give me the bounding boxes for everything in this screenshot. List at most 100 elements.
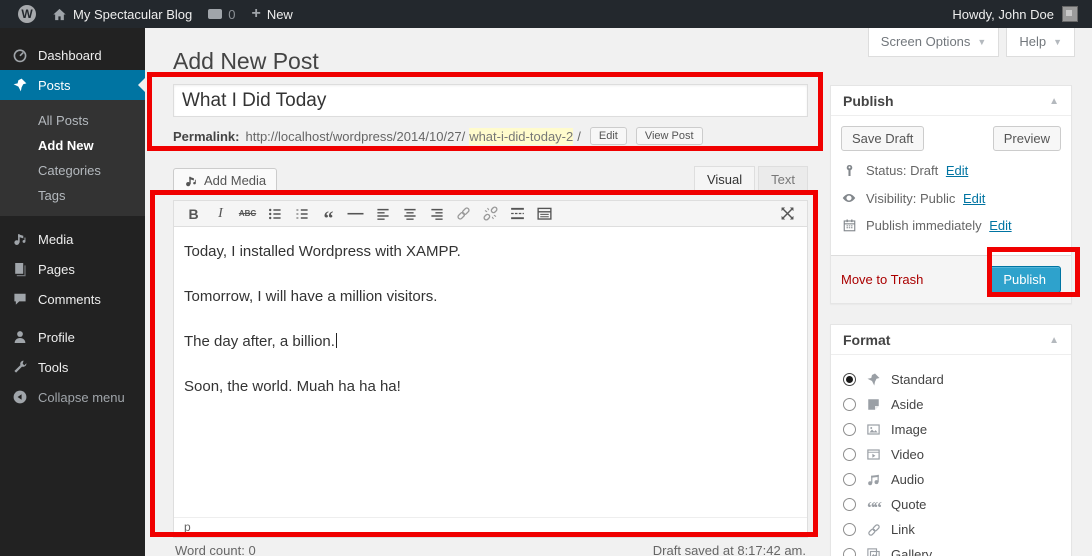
- word-count-label: Word count:: [175, 543, 245, 556]
- editor-content[interactable]: Today, I installed Wordpress with XAMPP.…: [174, 227, 807, 517]
- site-name-label: My Spectacular Blog: [73, 7, 192, 22]
- format-option-quote[interactable]: ““ Quote: [843, 492, 1059, 517]
- editor-paragraph: Today, I installed Wordpress with XAMPP.: [184, 243, 797, 260]
- sidebar-item-pages[interactable]: Pages: [0, 254, 145, 284]
- submenu-item-add-new[interactable]: Add New: [0, 133, 145, 158]
- wordpress-logo-menu[interactable]: W: [10, 0, 44, 28]
- editor-mode-tabs: Visual Text: [694, 166, 808, 193]
- horizontal-rule-icon[interactable]: —: [342, 203, 369, 225]
- blockquote-icon[interactable]: “: [315, 203, 342, 225]
- toggle-up-icon[interactable]: ▲: [1049, 96, 1059, 107]
- permalink-trailing-slash: /: [577, 129, 581, 144]
- radio-image[interactable]: [843, 423, 856, 436]
- calendar-icon: [841, 218, 857, 233]
- italic-icon[interactable]: I: [207, 203, 234, 225]
- radio-aside[interactable]: [843, 398, 856, 411]
- permalink-base: http://localhost/wordpress/2014/10/27/: [245, 129, 465, 144]
- page-title: Add New Post: [173, 48, 319, 75]
- screen-options-label: Screen Options: [881, 34, 971, 49]
- strikethrough-icon[interactable]: ABC: [234, 203, 261, 225]
- sidebar-item-dashboard[interactable]: Dashboard: [0, 40, 145, 70]
- new-label: New: [267, 7, 293, 22]
- format-option-audio[interactable]: Audio: [843, 467, 1059, 492]
- format-option-video[interactable]: Video: [843, 442, 1059, 467]
- sidebar-item-media[interactable]: Media: [0, 224, 145, 254]
- view-post-button[interactable]: View Post: [636, 127, 703, 145]
- radio-standard[interactable]: [843, 373, 856, 386]
- edit-schedule-link[interactable]: Edit: [989, 218, 1011, 233]
- sidebar-item-comments[interactable]: Comments: [0, 284, 145, 314]
- toggle-up-icon[interactable]: ▲: [1049, 335, 1059, 346]
- editor-header-row: Add Media Visual Text: [173, 166, 808, 193]
- sidebar-label: Collapse menu: [38, 390, 125, 405]
- link-icon[interactable]: [450, 203, 477, 225]
- format-option-standard[interactable]: Standard: [843, 367, 1059, 392]
- comment-count: 0: [228, 7, 235, 22]
- edit-status-link[interactable]: Edit: [946, 163, 968, 178]
- numbered-list-icon[interactable]: [288, 203, 315, 225]
- align-center-icon[interactable]: [396, 203, 423, 225]
- publish-button[interactable]: Publish: [988, 266, 1061, 293]
- move-to-trash-link[interactable]: Move to Trash: [841, 272, 923, 287]
- submenu-item-all-posts[interactable]: All Posts: [0, 108, 145, 133]
- pushpin-icon: [11, 77, 29, 93]
- preview-button[interactable]: Preview: [993, 126, 1061, 151]
- submenu-item-categories[interactable]: Categories: [0, 158, 145, 183]
- sidebar-label: Dashboard: [38, 48, 102, 63]
- help-button[interactable]: Help ▼: [1006, 28, 1075, 57]
- new-content-menu[interactable]: + New: [243, 0, 300, 28]
- unlink-icon[interactable]: [477, 203, 504, 225]
- audio-icon: [865, 472, 882, 487]
- format-option-gallery[interactable]: Gallery: [843, 542, 1059, 556]
- edit-visibility-link[interactable]: Edit: [963, 191, 985, 206]
- comments-admin-link[interactable]: 0: [200, 0, 243, 28]
- sidebar-label: Posts: [38, 78, 71, 93]
- toolbar-toggle-icon[interactable]: [531, 203, 558, 225]
- sidebar-item-collapse-menu[interactable]: Collapse menu: [0, 382, 145, 412]
- posts-submenu: All Posts Add New Categories Tags: [0, 100, 145, 216]
- radio-gallery[interactable]: [843, 548, 856, 556]
- radio-quote[interactable]: [843, 498, 856, 511]
- publish-box-header[interactable]: Publish ▲: [831, 86, 1071, 116]
- format-option-aside[interactable]: Aside: [843, 392, 1059, 417]
- post-title-input[interactable]: [173, 84, 808, 117]
- profile-icon: [11, 329, 29, 345]
- site-name-link[interactable]: My Spectacular Blog: [44, 0, 200, 28]
- format-option-image[interactable]: Image: [843, 417, 1059, 442]
- bullet-list-icon[interactable]: [261, 203, 288, 225]
- screen-options-button[interactable]: Screen Options ▼: [868, 28, 1000, 57]
- editor-paragraph: The day after, a billion.: [184, 333, 797, 350]
- format-option-link[interactable]: Link: [843, 517, 1059, 542]
- radio-video[interactable]: [843, 448, 856, 461]
- status-row: Status: Draft Edit: [841, 163, 1061, 178]
- publish-box: Publish ▲ Save Draft Preview Status: Dra…: [830, 85, 1072, 304]
- align-right-icon[interactable]: [423, 203, 450, 225]
- bold-icon[interactable]: B: [180, 203, 207, 225]
- schedule-row: Publish immediately Edit: [841, 218, 1061, 233]
- visibility-value: Public: [920, 191, 955, 206]
- format-box-body: Standard Aside Image: [831, 355, 1071, 556]
- save-draft-button[interactable]: Save Draft: [841, 126, 924, 151]
- add-media-icon: [184, 174, 198, 188]
- aside-icon: [865, 397, 882, 412]
- sidebar-item-profile[interactable]: Profile: [0, 322, 145, 352]
- eye-icon: [841, 190, 857, 206]
- align-left-icon[interactable]: [369, 203, 396, 225]
- fullscreen-icon[interactable]: [774, 203, 801, 225]
- sidebar-item-tools[interactable]: Tools: [0, 352, 145, 382]
- quote-icon: ““: [865, 497, 882, 513]
- content-area: Screen Options ▼ Help ▼ Add New Post Per…: [145, 28, 1092, 556]
- tab-text[interactable]: Text: [758, 166, 808, 193]
- account-menu[interactable]: Howdy, John Doe: [952, 6, 1082, 22]
- format-box-header[interactable]: Format ▲: [831, 325, 1071, 355]
- tab-visual[interactable]: Visual: [694, 166, 755, 193]
- permalink-edit-button[interactable]: Edit: [590, 127, 627, 145]
- dashboard-icon: [11, 47, 29, 63]
- sidebar-item-posts[interactable]: Posts: [0, 70, 145, 100]
- radio-link[interactable]: [843, 523, 856, 536]
- collapse-icon: [11, 389, 29, 405]
- add-media-button[interactable]: Add Media: [173, 168, 277, 193]
- radio-audio[interactable]: [843, 473, 856, 486]
- submenu-item-tags[interactable]: Tags: [0, 183, 145, 208]
- more-tag-icon[interactable]: [504, 203, 531, 225]
